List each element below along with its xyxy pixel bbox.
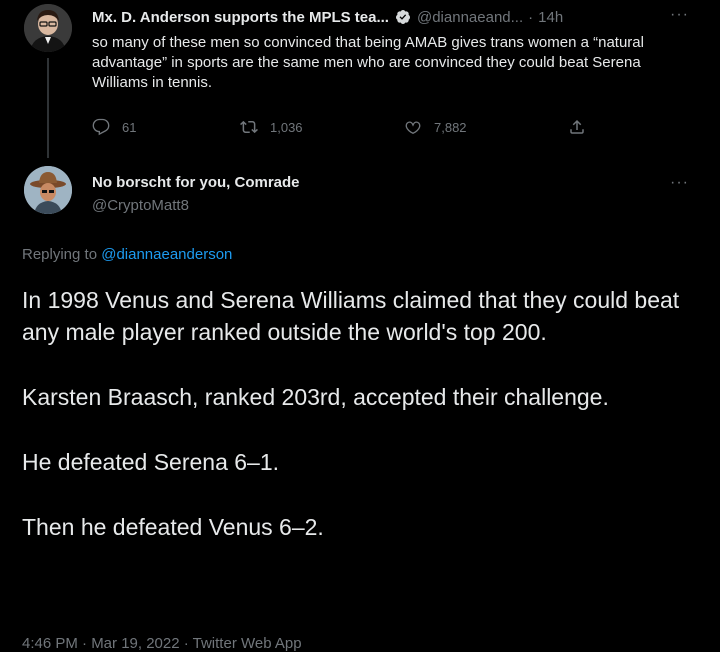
verified-badge-icon — [395, 9, 411, 25]
reply-tweet[interactable]: No borscht for you, Comrade @CryptoMatt8… — [0, 160, 720, 652]
tweet-paragraph: Then he defeated Venus 6–2. — [22, 514, 324, 540]
reply-count: 61 — [122, 119, 137, 135]
tweet-paragraph: In 1998 Venus and Serena Williams claime… — [22, 287, 680, 345]
retweet-count: 1,036 — [270, 119, 303, 135]
replying-prefix: Replying to — [22, 246, 102, 263]
parent-tweet[interactable]: Mx. D. Anderson supports the MPLS tea...… — [0, 0, 720, 158]
tweet-text: so many of these men so convinced that b… — [92, 34, 644, 91]
tweet-actions: 61 1,036 7,882 — [92, 116, 612, 138]
tweet-header: Mx. D. Anderson supports the MPLS tea...… — [92, 6, 706, 28]
like-button[interactable]: 7,882 — [404, 116, 467, 138]
more-options-icon[interactable]: ··· — [670, 6, 689, 24]
display-name[interactable]: Mx. D. Anderson supports the MPLS tea... — [92, 9, 389, 26]
more-options-icon[interactable]: ··· — [670, 174, 689, 192]
time[interactable]: 14h — [538, 9, 563, 26]
share-icon — [570, 119, 584, 134]
reply-button[interactable]: 61 — [92, 116, 136, 138]
retweet-icon — [240, 120, 258, 134]
replying-to-link[interactable]: @diannaeanderson — [101, 246, 232, 263]
tweet-paragraph: Karsten Braasch, ranked 203rd, accepted … — [22, 384, 609, 410]
tweet-paragraph: He defeated Serena 6–1. — [22, 449, 280, 475]
share-button[interactable] — [568, 116, 598, 138]
avatar[interactable] — [24, 166, 72, 214]
tweet-text: In 1998 Venus and Serena Williams claime… — [22, 284, 702, 576]
handle[interactable]: @diannaeand... — [417, 9, 523, 26]
replying-to: Replying to @diannaeanderson — [22, 246, 232, 263]
thread-line — [47, 58, 49, 158]
retweet-button[interactable]: 1,036 — [240, 116, 303, 138]
reply-icon — [92, 118, 110, 136]
like-count: 7,882 — [434, 119, 467, 135]
separator: · — [528, 8, 534, 26]
avatar-image — [24, 166, 72, 214]
avatar-image — [24, 4, 72, 52]
display-name[interactable]: No borscht for you, Comrade — [92, 174, 300, 191]
avatar[interactable] — [24, 4, 72, 52]
tweet-timestamp[interactable]: 4:46 PM · Mar 19, 2022 · Twitter Web App — [22, 635, 302, 652]
handle[interactable]: @CryptoMatt8 — [92, 197, 189, 214]
heart-icon — [405, 121, 421, 135]
